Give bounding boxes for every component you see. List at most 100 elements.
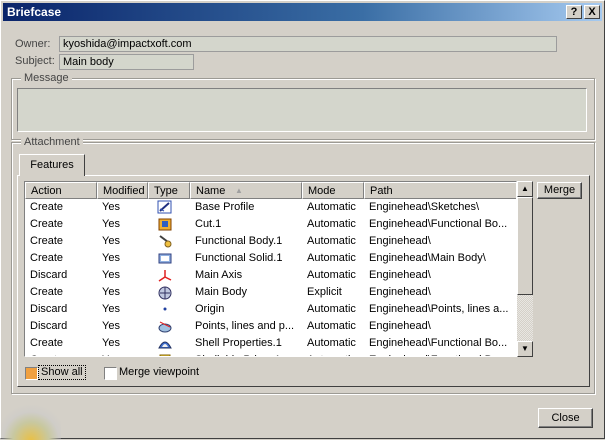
column-header-type[interactable]: Type	[148, 182, 190, 199]
cell-modified: Yes	[102, 320, 120, 332]
cell-mode: Explicit	[307, 286, 342, 298]
table-row[interactable]: Create Yes Functional Solid.1 Automatic …	[25, 250, 516, 267]
cell-path: Enginehead\Main Body\	[369, 252, 486, 264]
table-row[interactable]: Discard Yes Main Axis Automatic Enginehe…	[25, 267, 516, 284]
column-header-mode[interactable]: Mode	[302, 182, 364, 199]
features-list[interactable]: Action Modified Type Name ▲ Mode Path Cr…	[24, 181, 517, 357]
table-row[interactable]: Discard Yes Points, lines and p... Autom…	[25, 318, 516, 335]
scroll-thumb[interactable]	[517, 197, 533, 295]
origin-icon	[157, 302, 173, 317]
sketch-icon	[157, 200, 173, 215]
close-button[interactable]: Close	[538, 408, 593, 428]
table-row[interactable]: Create Yes Cut.1 Automatic Enginehead\Fu…	[25, 216, 516, 233]
cell-type	[148, 199, 190, 216]
cell-path: Enginehead\Functional Bo...	[364, 352, 516, 356]
cell-modified: Yes	[97, 352, 148, 356]
table-row[interactable]: Discard Yes Origin Automatic Enginehead\…	[25, 301, 516, 318]
subject-label: Subject:	[15, 55, 55, 67]
list-scrollbar[interactable]: ▲ ▼	[517, 181, 533, 357]
cell-modified: Yes	[102, 337, 120, 349]
shellable-icon	[157, 353, 173, 356]
message-box[interactable]	[17, 88, 587, 132]
cell-path: Enginehead\	[369, 286, 431, 298]
cell-action: Create	[30, 218, 64, 230]
cell-action: Create	[30, 235, 64, 247]
cell-mode: Automatic	[307, 201, 356, 213]
cell-mode: Automatic	[307, 269, 356, 281]
merge-button[interactable]: Merge	[537, 182, 582, 199]
axis-icon	[157, 268, 173, 283]
cell-type	[148, 352, 190, 356]
subject-field: Main body	[59, 54, 194, 70]
cell-name: Points, lines and p...	[195, 320, 295, 332]
table-row[interactable]: Create Yes Shellable Prism.1 Automatic E…	[25, 352, 516, 356]
cell-name: Main Body	[195, 286, 247, 298]
cell-type	[148, 284, 190, 301]
attachment-legend: Attachment	[21, 136, 83, 148]
cell-path: Enginehead\	[369, 269, 431, 281]
window-title: Briefcase	[7, 5, 62, 19]
cell-path: Enginehead\	[369, 320, 431, 332]
cell-modified: Yes	[102, 218, 120, 230]
merge-viewpoint-label[interactable]: Merge viewpoint	[119, 366, 199, 378]
cell-path: Enginehead\	[369, 235, 431, 247]
cell-mode: Automatic	[307, 235, 356, 247]
show-all-checkbox[interactable]	[25, 367, 38, 380]
cell-modified: Yes	[102, 269, 120, 281]
cell-mode: Automatic	[307, 252, 356, 264]
show-all-label[interactable]: Show all	[38, 365, 86, 380]
cell-path: Enginehead\Functional Bo...	[369, 218, 508, 230]
cell-action: Create	[30, 252, 64, 264]
column-header-modified[interactable]: Modified	[97, 182, 148, 199]
cell-mode: Automatic	[307, 337, 356, 349]
cell-name: Base Profile	[195, 201, 255, 213]
cell-modified: Yes	[102, 303, 120, 315]
product-logo-icon	[1, 396, 61, 440]
cell-action: Discard	[30, 303, 68, 315]
cell-modified: Yes	[102, 252, 120, 264]
cell-modified: Yes	[102, 235, 120, 247]
cell-action: Create	[30, 286, 64, 298]
column-header-action[interactable]: Action	[25, 182, 97, 199]
tab-features[interactable]: Features	[19, 154, 85, 176]
cut-icon	[157, 217, 173, 232]
list-header: Action Modified Type Name ▲ Mode Path	[25, 182, 516, 199]
cell-type	[148, 318, 190, 335]
cell-action: Discard	[30, 320, 68, 332]
message-legend: Message	[21, 72, 72, 84]
help-button[interactable]: ?	[566, 5, 582, 19]
cell-name: Functional Body.1	[195, 235, 283, 247]
cell-name: Shellable Prism.1	[190, 352, 302, 356]
cell-modified: Yes	[102, 201, 120, 213]
table-row[interactable]: Create Yes Main Body Explicit Enginehead…	[25, 284, 516, 301]
title-bar[interactable]: Briefcase ? X	[3, 3, 602, 21]
cell-name: Shell Properties.1	[195, 337, 282, 349]
cell-name: Origin	[195, 303, 225, 315]
cell-type	[148, 250, 190, 267]
owner-field: kyoshida@impactxoft.com	[59, 36, 557, 52]
table-row[interactable]: Create Yes Base Profile Automatic Engine…	[25, 199, 516, 216]
table-row[interactable]: Create Yes Functional Body.1 Automatic E…	[25, 233, 516, 250]
cell-mode: Automatic	[307, 303, 356, 315]
shell-icon	[157, 336, 173, 351]
cell-type	[148, 216, 190, 233]
main-body-icon	[157, 285, 173, 300]
cell-action: Create	[30, 201, 64, 213]
functional-body-icon	[157, 234, 173, 249]
cell-type	[148, 335, 190, 352]
cell-action: Create	[30, 337, 64, 349]
table-row[interactable]: Create Yes Shell Properties.1 Automatic …	[25, 335, 516, 352]
scroll-down-button[interactable]: ▼	[517, 341, 533, 357]
column-header-path[interactable]: Path	[364, 182, 516, 199]
column-header-name[interactable]: Name ▲	[190, 182, 302, 199]
merge-viewpoint-checkbox[interactable]	[104, 367, 117, 380]
cell-modified: Yes	[102, 286, 120, 298]
cell-type	[148, 267, 190, 284]
functional-solid-icon	[157, 251, 173, 266]
cell-type	[148, 233, 190, 250]
cell-name: Cut.1	[195, 218, 222, 230]
close-window-button[interactable]: X	[584, 5, 600, 19]
cell-mode: Automatic	[307, 320, 356, 332]
cell-action: Discard	[30, 269, 68, 281]
scroll-up-button[interactable]: ▲	[517, 181, 533, 197]
